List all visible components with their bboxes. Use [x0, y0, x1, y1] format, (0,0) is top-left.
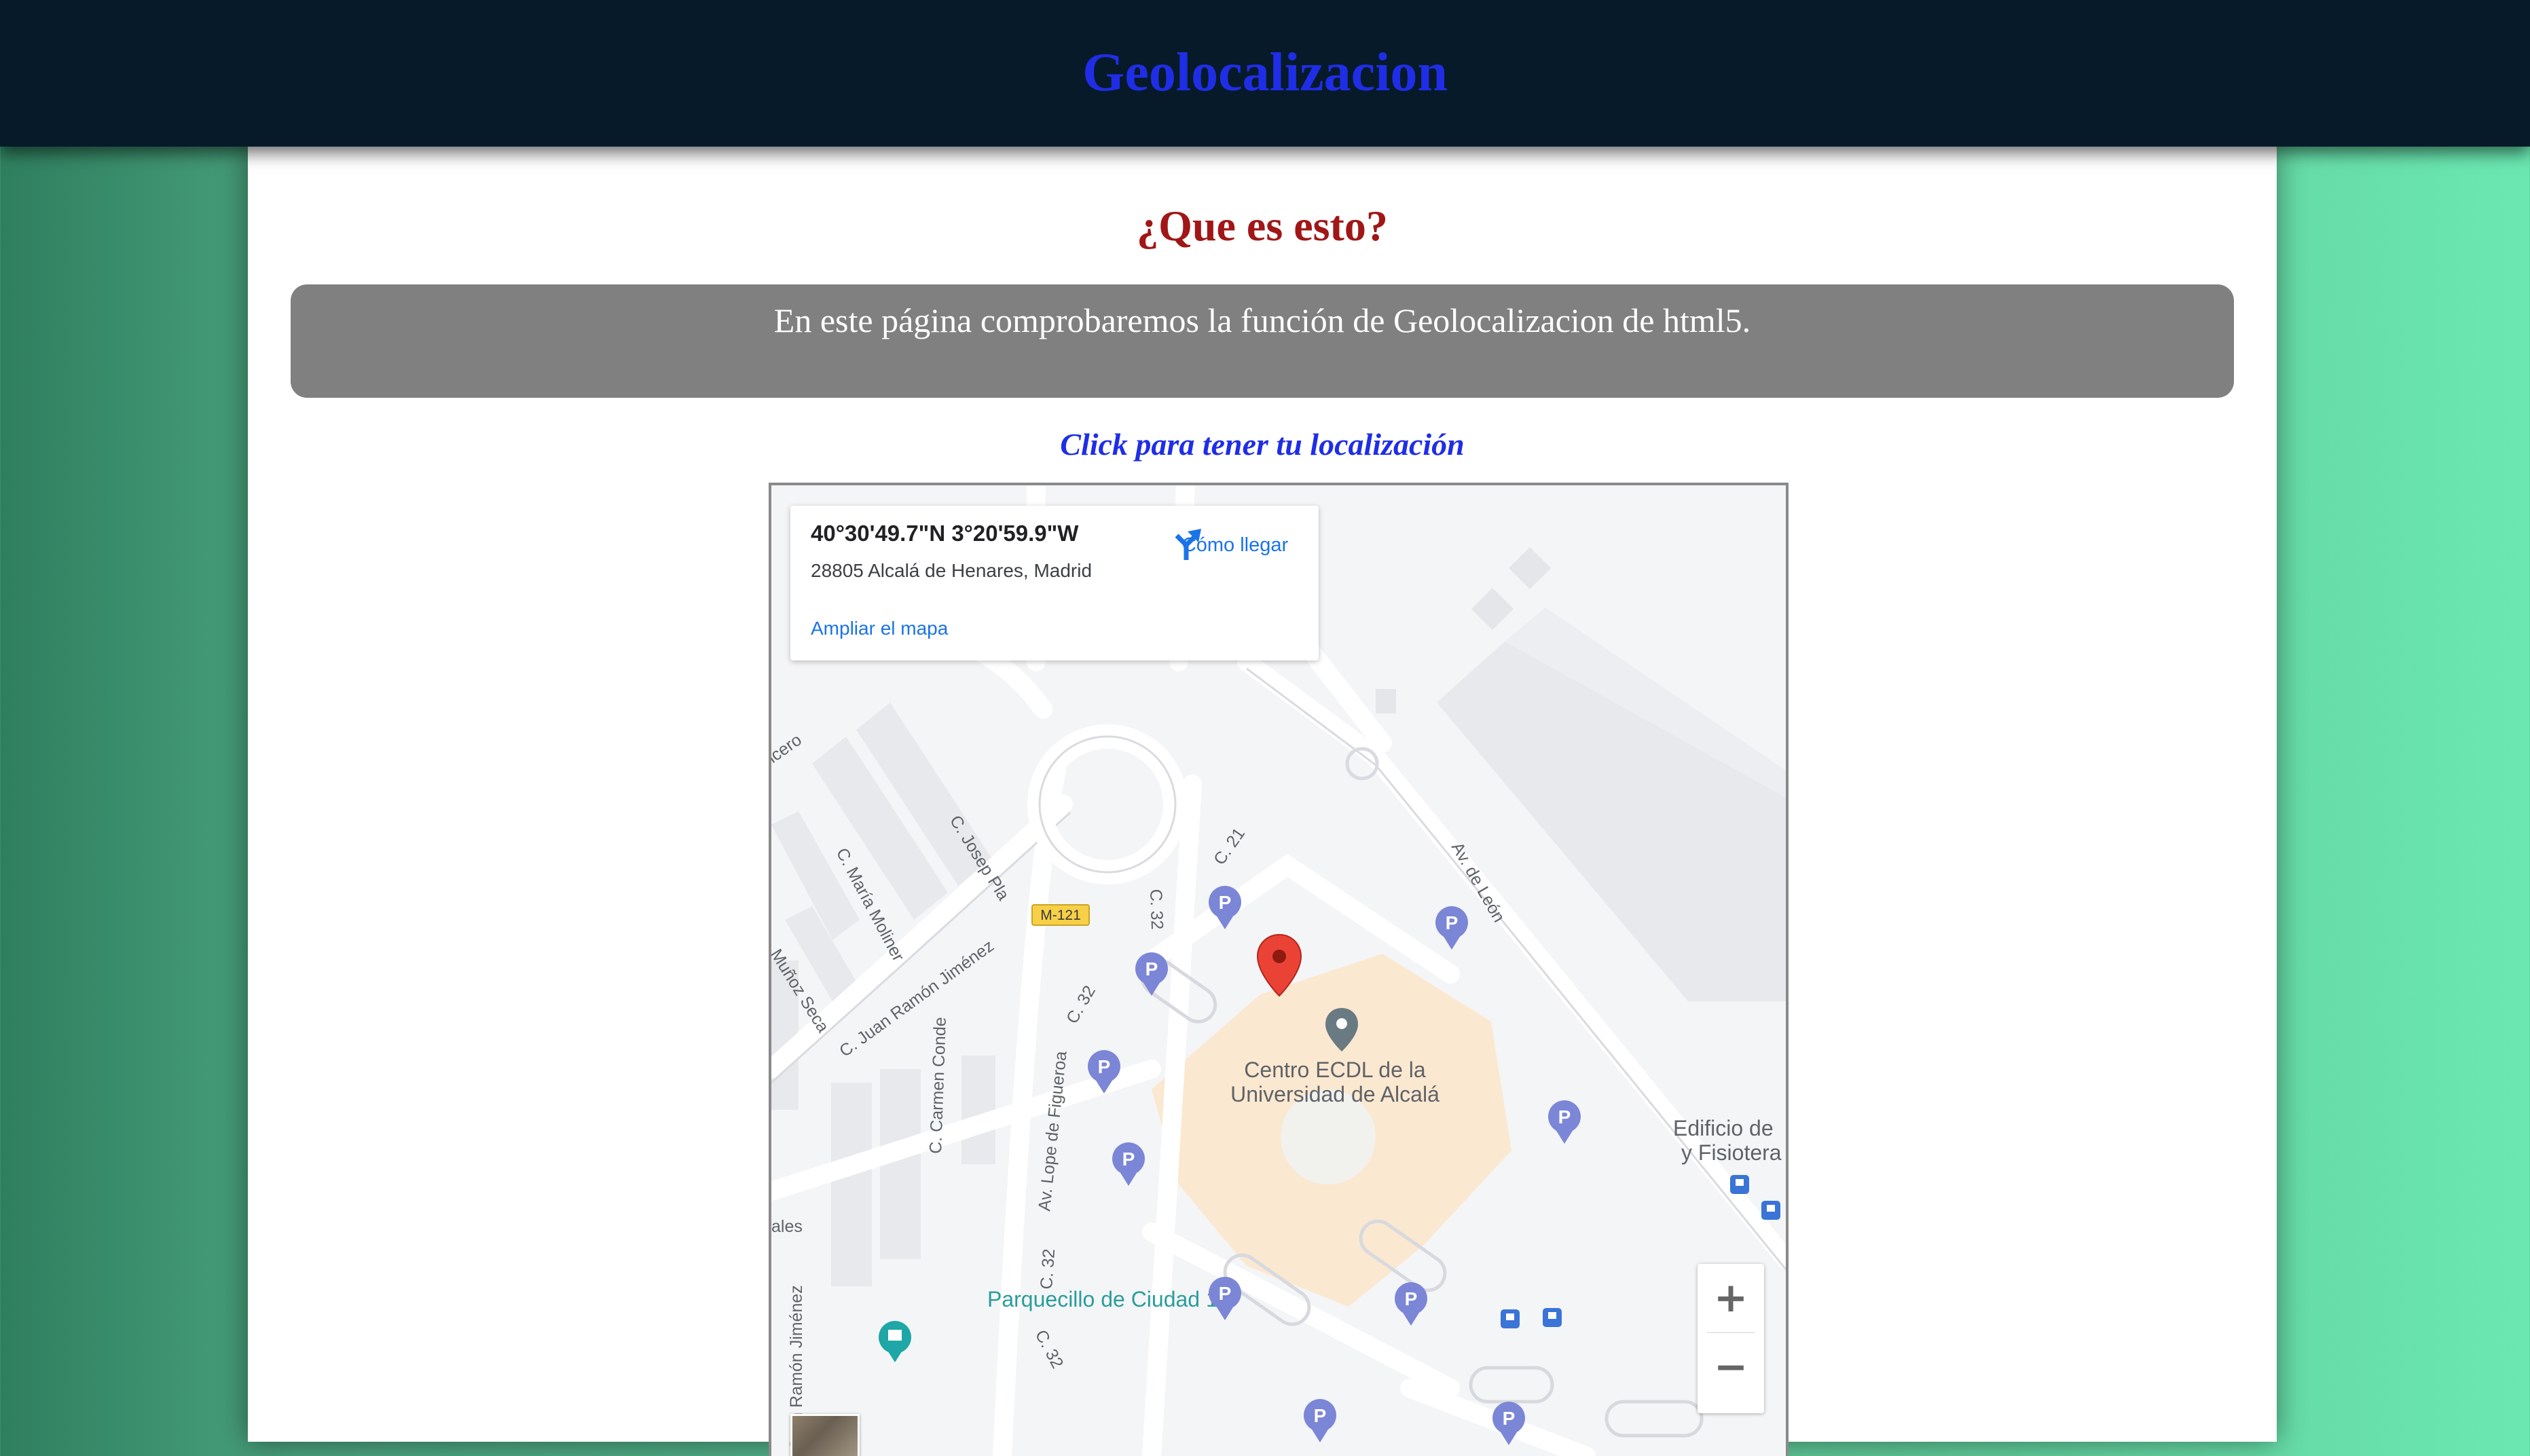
poi-label-edificio: Edificio de y Fisiotera	[1673, 1116, 1782, 1165]
bus-stop-icon	[1730, 1175, 1749, 1194]
svg-text:P: P	[1219, 892, 1232, 913]
main-content: ¿Que es esto? En este página comprobarem…	[248, 147, 2277, 1456]
poi-label-line: Edificio de	[1673, 1116, 1774, 1140]
poi-label-line: Universidad de Alcalá	[1230, 1082, 1440, 1106]
svg-text:P: P	[1503, 1408, 1516, 1429]
street-label: C. 32	[1037, 1248, 1059, 1290]
page-header: Geolocalizacion	[0, 0, 2530, 147]
street-label: C. 32	[1146, 889, 1167, 930]
svg-text:P: P	[1098, 1056, 1111, 1077]
svg-text:P: P	[1145, 958, 1158, 979]
section-title: ¿Que es esto?	[1137, 202, 1388, 250]
svg-text:P: P	[1405, 1288, 1418, 1309]
map-address: 28805 Alcalá de Henares, Madrid	[811, 560, 1093, 581]
bus-stop-icon	[1543, 1308, 1562, 1327]
poi-label-park: Parquecillo de Ciudad 10	[987, 1287, 1230, 1311]
map-embed[interactable]: M-121 C. Josep Pla C. María Moliner Muño…	[769, 483, 1789, 1456]
enlarge-map-link[interactable]: Ampliar el mapa	[811, 618, 948, 639]
bus-stop-icon	[1501, 1309, 1520, 1328]
svg-text:P: P	[1122, 1149, 1135, 1170]
building-block	[1376, 689, 1396, 713]
map-info-card: 40°30'49.7"N 3°20'59.9"W 28805 Alcalá de…	[790, 506, 1319, 660]
zoom-out-icon: −	[1713, 1343, 1748, 1391]
zoom-control: + −	[1698, 1264, 1764, 1413]
bus-stop-icon	[1761, 1201, 1780, 1220]
directions-icon	[1175, 529, 1201, 560]
info-text: En este página comprobaremos la función …	[773, 301, 1751, 339]
svg-text:P: P	[1314, 1405, 1327, 1426]
road-badge-m121: M-121	[1031, 904, 1090, 926]
directions-button[interactable]: Cómo llegar	[1167, 525, 1303, 560]
street-label: ales	[771, 1217, 803, 1236]
svg-text:P: P	[1219, 1283, 1232, 1304]
page-title: Geolocalizacion	[1082, 43, 1448, 102]
map-coordinates: 40°30'49.7"N 3°20'59.9"W	[811, 521, 1079, 546]
poi-label-center: Centro ECDL de la Universidad de Alcalá	[1230, 1058, 1440, 1106]
get-location-link[interactable]: Click para tener tu localización	[248, 426, 2277, 462]
zoom-in-button[interactable]: +	[1698, 1264, 1764, 1332]
satellite-thumbnail[interactable]	[790, 1414, 860, 1456]
info-box: En este página comprobaremos la función …	[291, 284, 2234, 398]
road-badge-label: M-121	[1040, 908, 1081, 923]
svg-text:P: P	[1446, 912, 1459, 933]
poi-label-line: Centro ECDL de la	[1244, 1058, 1426, 1082]
svg-text:P: P	[1558, 1106, 1571, 1127]
zoom-in-icon: +	[1713, 1274, 1748, 1322]
zoom-out-button[interactable]: −	[1698, 1333, 1764, 1401]
poi-label-line: y Fisiotera	[1681, 1140, 1782, 1165]
